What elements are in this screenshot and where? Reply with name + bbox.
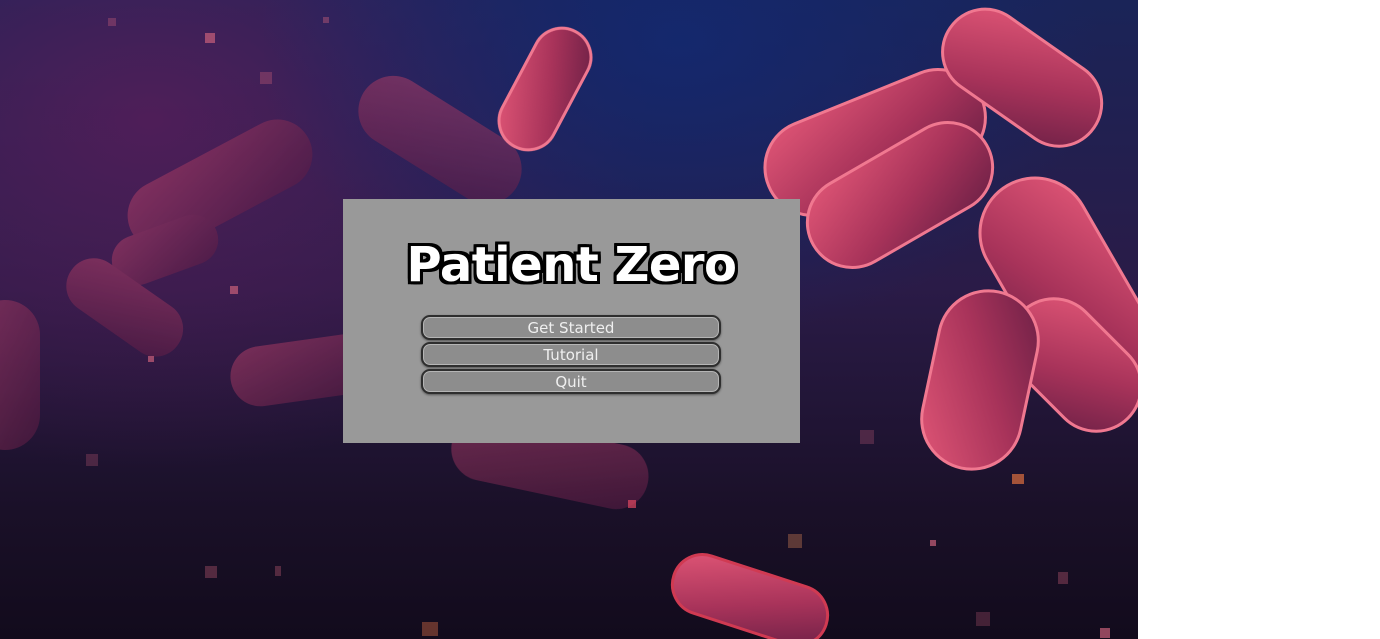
empty-canvas-area bbox=[1138, 0, 1380, 639]
main-menu-panel: Patient Zero Get Started Tutorial Quit bbox=[343, 199, 800, 443]
game-title: Patient Zero bbox=[406, 237, 737, 293]
quit-button[interactable]: Quit bbox=[421, 369, 721, 394]
game-viewport: Patient Zero Get Started Tutorial Quit bbox=[0, 0, 1138, 639]
get-started-button[interactable]: Get Started bbox=[421, 315, 721, 340]
tutorial-button[interactable]: Tutorial bbox=[421, 342, 721, 367]
menu-button-list: Get Started Tutorial Quit bbox=[421, 315, 721, 396]
